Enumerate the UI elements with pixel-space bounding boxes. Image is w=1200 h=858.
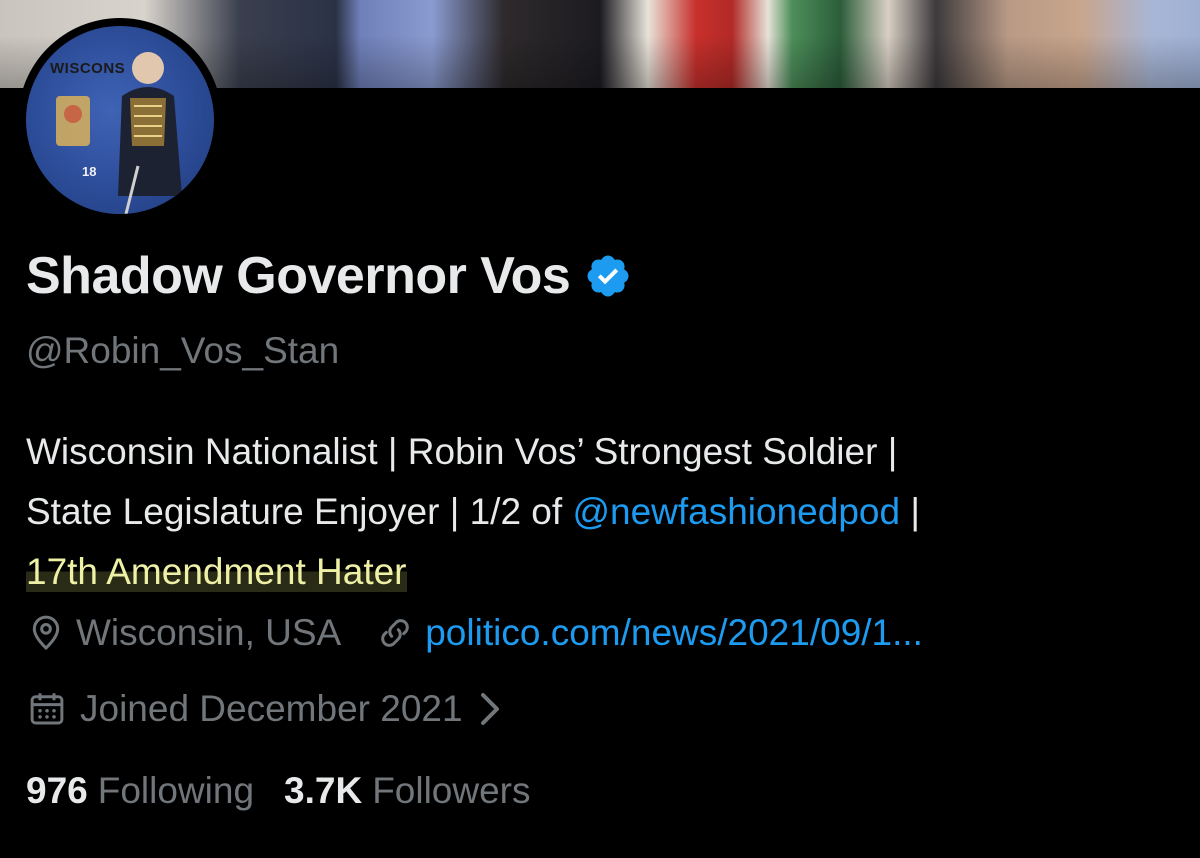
bio-line-3: 17th Amendment Hater	[26, 542, 1186, 602]
joined-date-text: Joined December 2021	[80, 688, 463, 729]
avatar-image: WISCONS 18	[26, 26, 214, 214]
following-stat[interactable]: 976 Following	[26, 770, 254, 812]
profile-bio: Wisconsin Nationalist | Robin Vos’ Stron…	[26, 422, 1186, 602]
chevron-right-icon	[480, 693, 499, 725]
bio-line-2-suffix: |	[900, 491, 920, 532]
avatar-flag-text: WISCONS	[50, 60, 126, 77]
bio-line-2: State Legislature Enjoyer | 1/2 of @newf…	[26, 482, 1186, 542]
avatar-flag-year: 18	[82, 164, 97, 179]
avatar-figure-icon	[56, 52, 182, 214]
website-link[interactable]: politico.com/news/2021/09/1...	[425, 612, 923, 654]
location-text: Wisconsin, USA	[76, 612, 342, 653]
calendar-icon	[30, 693, 64, 725]
bio-line-2-text: State Legislature Enjoyer | 1/2 of	[26, 491, 573, 532]
following-label: Following	[97, 770, 255, 811]
location-item: Wisconsin, USA	[26, 612, 341, 654]
following-count: 976	[26, 770, 88, 811]
podcast-mention-link[interactable]: @newfashionedpod	[572, 491, 900, 532]
bio-line-1: Wisconsin Nationalist | Robin Vos’ Stron…	[26, 431, 898, 472]
avatar[interactable]: WISCONS 18	[18, 18, 222, 222]
location-pin-icon	[32, 615, 60, 651]
link-icon	[381, 619, 410, 647]
followers-count: 3.7K	[284, 770, 363, 811]
profile-meta-row: Wisconsin, USA politico.com/news/2021/09…	[26, 612, 923, 654]
username-handle: @Robin_Vos_Stan	[26, 330, 340, 371]
follow-stats: 976 Following 3.7K Followers	[26, 770, 531, 812]
name-row: Shadow Governor Vos	[26, 246, 632, 306]
verified-badge-icon[interactable]	[584, 252, 632, 300]
followers-stat[interactable]: 3.7K Followers	[284, 770, 530, 812]
followers-label: Followers	[372, 770, 531, 811]
joined-row[interactable]: Joined December 2021	[26, 688, 503, 730]
website-item[interactable]: politico.com/news/2021/09/1...	[375, 612, 923, 654]
display-name: Shadow Governor Vos	[26, 247, 571, 305]
bio-highlighted-text: 17th Amendment Hater	[26, 551, 407, 592]
